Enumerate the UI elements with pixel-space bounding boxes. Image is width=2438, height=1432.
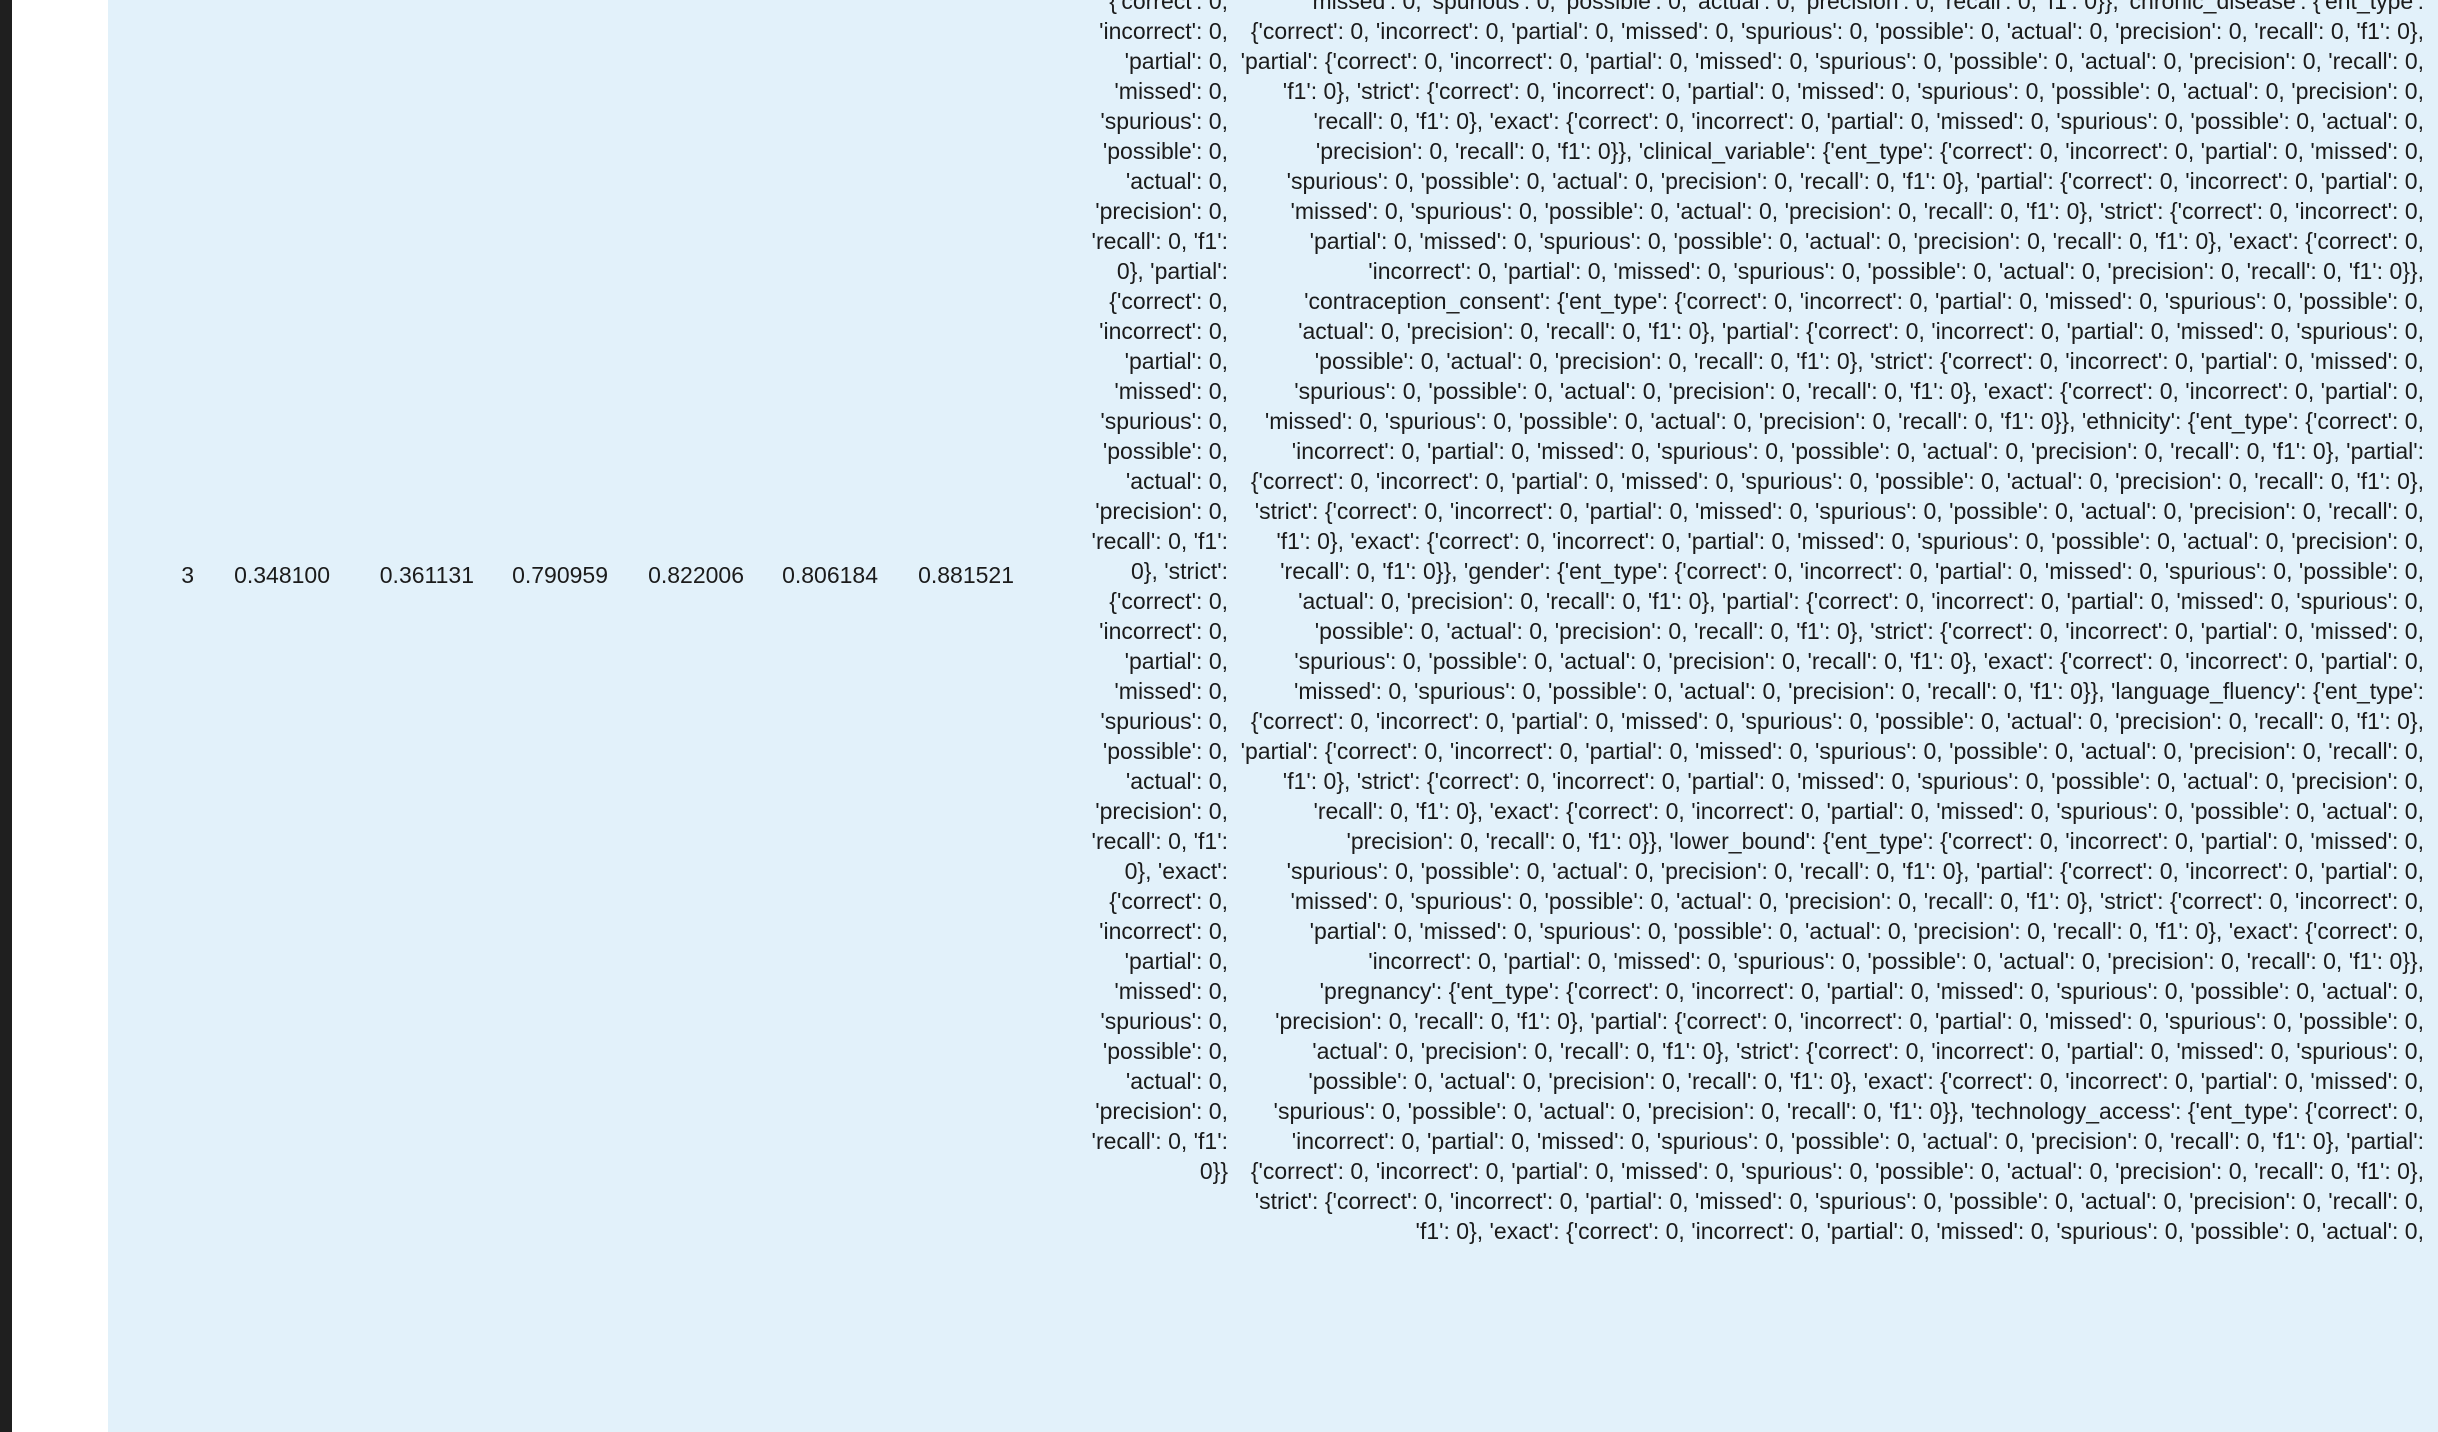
- table-cell: 0.790959: [512, 562, 608, 588]
- window-edge: [0, 0, 12, 1432]
- table-cell: 0.348100: [234, 562, 330, 588]
- table-cell: 0.881521: [918, 562, 1014, 588]
- table-cell: 0.806184: [782, 562, 878, 588]
- table-cell: 0.822006: [648, 562, 744, 588]
- table-cell-metrics-dict: {'correct': 0, 'incorrect': 0, 'partial'…: [1091, 0, 1228, 1184]
- row-index: 3: [181, 562, 194, 588]
- table-cell-entity-dict: 'missed': 0, 'spurious': 0, 'possible': …: [1240, 0, 2424, 1244]
- table-cell: 0.361131: [379, 562, 474, 588]
